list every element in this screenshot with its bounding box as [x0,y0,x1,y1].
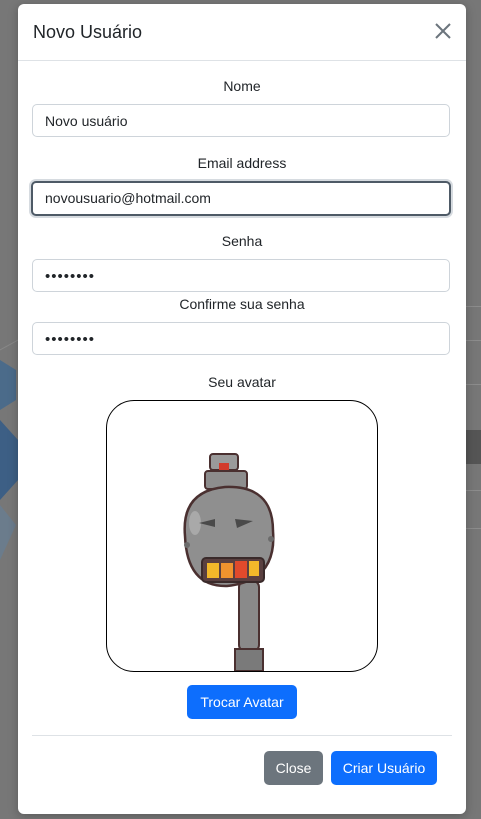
robot-avatar-image [183,453,275,671]
email-label: Email address [197,155,287,171]
password-input[interactable]: •••••••• [32,259,450,292]
close-button[interactable]: Close [264,751,323,785]
name-label: Nome [223,78,261,94]
close-icon[interactable] [432,20,454,42]
password-label: Senha [221,233,263,249]
confirm-password-input[interactable]: •••••••• [32,322,450,355]
create-user-button[interactable]: Criar Usuário [331,751,437,785]
change-avatar-button[interactable]: Trocar Avatar [187,685,297,719]
modal-title: Novo Usuário [33,22,143,42]
avatar-label: Seu avatar [208,374,276,390]
email-input[interactable]: novousuario@hotmail.com [31,181,451,216]
confirm-password-label: Confirme sua senha [179,296,305,312]
modal-footer-divider [32,735,452,736]
background-table-edge [466,300,481,540]
new-user-modal: Novo Usuário Nome Novo usuário Email add… [18,4,466,814]
name-input[interactable]: Novo usuário [32,104,450,137]
avatar-preview [106,400,378,672]
modal-header: Novo Usuário [18,4,466,61]
background-decoration [0,339,18,560]
